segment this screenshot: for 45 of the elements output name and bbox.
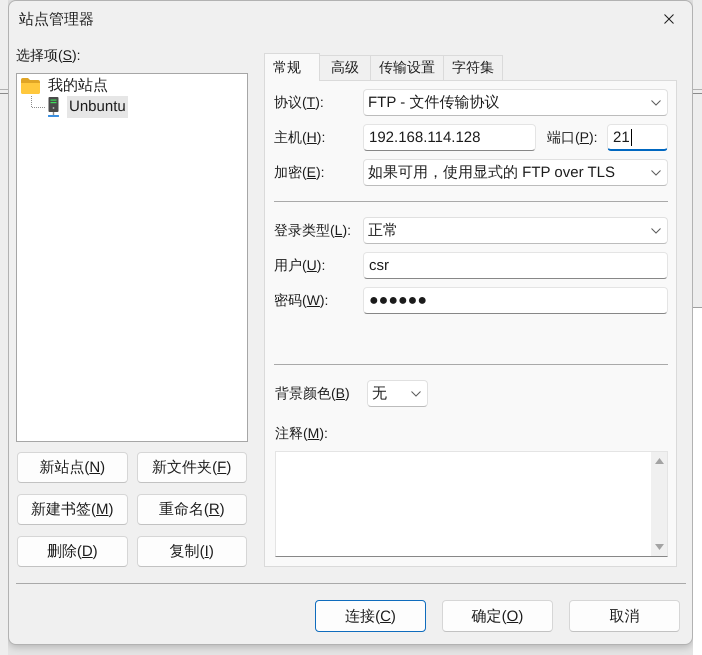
tree-line <box>31 96 46 108</box>
field-label: 密码(W): <box>274 292 330 310</box>
action-button[interactable]: 新建书签(M) <box>17 494 128 525</box>
field-label: 背景颜色(B) <box>275 384 351 402</box>
dialog-button[interactable]: 确定(O) <box>442 600 553 632</box>
scroll-down-icon[interactable] <box>654 544 664 550</box>
field-label: 端口(P): <box>547 128 598 146</box>
field-label: 主机(H): <box>274 128 326 146</box>
field-label: 用户(U): <box>274 256 326 274</box>
field-label: 注释(M): <box>275 424 328 443</box>
action-button[interactable]: 重命名(R) <box>136 494 247 525</box>
text-cursor-icon <box>630 129 632 146</box>
field-label: 登录类型(L): <box>274 222 352 240</box>
chevron-down-icon <box>651 100 661 106</box>
chevron-down-icon <box>651 228 661 234</box>
dropdown[interactable]: 正常 <box>363 217 668 244</box>
dropdown[interactable]: FTP - 文件传输协议 <box>363 89 668 116</box>
scrollbar[interactable] <box>651 452 667 556</box>
text-field[interactable]: csr <box>363 252 668 279</box>
dropdown[interactable]: 如果可用，使用显式的 FTP over TLS <box>363 159 668 186</box>
field-label: 加密(E): <box>274 164 326 182</box>
chevron-down-icon <box>651 170 661 176</box>
action-button[interactable]: 新文件夹(F) <box>136 452 247 483</box>
port-field[interactable]: 21 <box>607 124 668 151</box>
server-icon <box>47 96 60 118</box>
action-button[interactable]: 删除(D) <box>17 536 128 567</box>
field-label: 协议(T): <box>274 94 325 112</box>
scroll-up-icon[interactable] <box>654 458 664 464</box>
action-button[interactable]: 新站点(N) <box>17 452 128 483</box>
chevron-down-icon <box>411 390 421 396</box>
dialog-button[interactable]: 取消 <box>569 600 680 632</box>
section-label: 选择项(S): <box>16 46 81 65</box>
dropdown[interactable]: 无 <box>367 380 428 407</box>
password-field[interactable]: ●●●●●● <box>363 287 668 314</box>
close-icon <box>664 14 674 24</box>
tab[interactable]: 常规 <box>264 53 320 81</box>
tree-item[interactable]: 我的站点 <box>46 75 110 97</box>
folder-icon <box>21 78 40 94</box>
window-title: 站点管理器 <box>19 10 94 28</box>
comments-field[interactable] <box>275 451 668 557</box>
host-field[interactable]: 192.168.114.128 <box>363 124 536 151</box>
dialog-button[interactable]: 连接(C) <box>315 600 426 632</box>
action-button[interactable]: 复制(I) <box>136 536 247 567</box>
tree-item[interactable]: Unbuntu <box>67 96 128 118</box>
tab[interactable]: 字符集 <box>443 55 503 80</box>
